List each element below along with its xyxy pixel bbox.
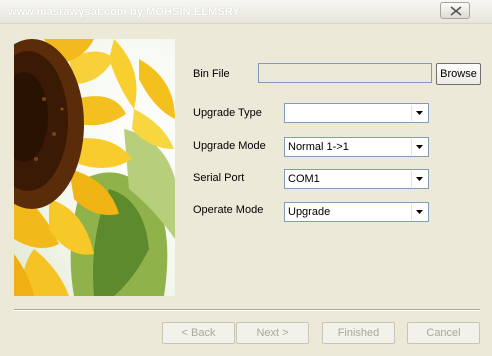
upgrade-type-label: Upgrade Type xyxy=(193,107,262,119)
chevron-down-icon xyxy=(416,145,423,149)
finished-button[interactable]: Finished xyxy=(322,322,395,344)
cancel-button[interactable]: Cancel xyxy=(407,322,480,344)
serial-port-select[interactable]: COM1 xyxy=(284,169,429,189)
close-icon xyxy=(450,6,462,16)
upgrade-mode-select[interactable]: Normal 1->1 xyxy=(284,137,429,157)
back-button[interactable]: < Back xyxy=(162,322,235,344)
browse-button[interactable]: Browse xyxy=(436,63,481,85)
upgrade-mode-value: Normal 1->1 xyxy=(288,141,349,153)
dropdown-arrow-button[interactable] xyxy=(411,171,427,187)
serial-port-value: COM1 xyxy=(288,173,320,185)
operate-mode-select[interactable]: Upgrade xyxy=(284,202,429,222)
dropdown-arrow-button[interactable] xyxy=(411,204,427,220)
dropdown-arrow-button[interactable] xyxy=(411,139,427,155)
chevron-down-icon xyxy=(416,111,423,115)
chevron-down-icon xyxy=(416,210,423,214)
close-button[interactable] xyxy=(440,2,470,19)
bin-file-field[interactable] xyxy=(258,63,432,83)
title-bar: www.masrawysat.com by MOHSIN ELMSRY xyxy=(0,0,492,24)
dropdown-arrow-button[interactable] xyxy=(411,105,427,121)
upgrade-type-select[interactable] xyxy=(284,103,429,123)
operate-mode-value: Upgrade xyxy=(288,206,331,218)
sunflower-image xyxy=(14,39,175,296)
bin-file-label: Bin File xyxy=(193,68,230,80)
chevron-down-icon xyxy=(416,177,423,181)
footer-divider xyxy=(14,309,480,311)
serial-port-label: Serial Port xyxy=(193,172,245,184)
operate-mode-label: Operate Mode xyxy=(193,204,264,216)
upgrade-mode-label: Upgrade Mode xyxy=(193,140,266,152)
next-button[interactable]: Next > xyxy=(236,322,309,344)
window-title: www.masrawysat.com by MOHSIN ELMSRY xyxy=(8,6,240,18)
